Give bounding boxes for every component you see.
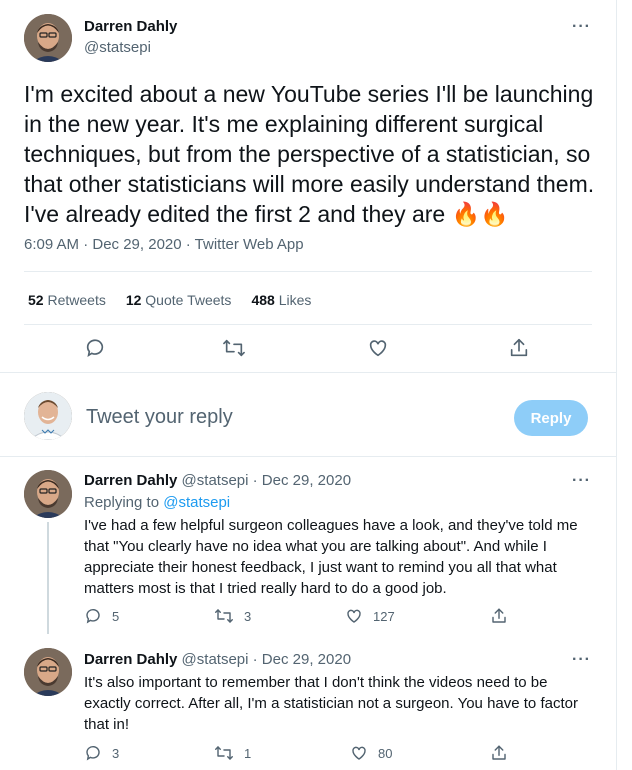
reply-header: Darren Dahly @statsepi · Dec 29, 2020 xyxy=(84,651,351,668)
reply-count: 3 xyxy=(112,745,120,761)
retweet-icon xyxy=(214,744,234,762)
current-user-avatar[interactable] xyxy=(24,392,72,440)
retweet-count: 1 xyxy=(244,745,252,761)
quote-tweets-stat[interactable]: 12 Quote Tweets xyxy=(126,292,232,308)
author-avatar[interactable] xyxy=(24,14,72,62)
thread-line xyxy=(47,522,49,634)
share-icon xyxy=(490,744,508,762)
reply-action[interactable]: 5 xyxy=(84,607,119,625)
like-action[interactable]: 80 xyxy=(350,744,392,762)
retweets-stat[interactable]: 52 Retweets xyxy=(28,292,106,308)
replying-to-link[interactable]: @statsepi xyxy=(163,494,230,511)
reply-author-handle[interactable]: @statsepi xyxy=(182,472,249,489)
reply-author-handle[interactable]: @statsepi xyxy=(182,651,249,668)
like-count: 80 xyxy=(378,745,393,761)
reply-header: Darren Dahly @statsepi · Dec 29, 2020 xyxy=(84,472,351,489)
retweet-action[interactable]: 3 xyxy=(214,607,251,625)
like-icon xyxy=(345,607,363,625)
reply-author-avatar[interactable] xyxy=(24,470,72,518)
reply-text: It's also important to remember that I d… xyxy=(84,674,578,733)
retweet-icon[interactable] xyxy=(222,337,246,359)
tweet-text: I'm excited about a new YouTube series I… xyxy=(24,81,595,227)
more-icon[interactable]: ··· xyxy=(572,652,591,668)
reply-button[interactable]: Reply xyxy=(514,400,588,436)
tweet-timestamp[interactable]: 6:09 AM · Dec 29, 2020 · Twitter Web App xyxy=(24,236,304,253)
reply-icon xyxy=(84,607,102,625)
share-action[interactable] xyxy=(490,607,508,625)
author-name[interactable]: Darren Dahly xyxy=(84,18,177,36)
avatar-image xyxy=(24,470,72,518)
like-icon[interactable] xyxy=(367,337,389,359)
reply-author-avatar[interactable] xyxy=(24,648,72,696)
avatar-image xyxy=(24,392,72,440)
avatar-image xyxy=(24,648,72,696)
more-icon[interactable]: ··· xyxy=(572,473,591,489)
retweet-icon xyxy=(214,607,234,625)
like-count: 127 xyxy=(373,608,395,624)
engagement-stats: 52 Retweets 12 Quote Tweets 488 Likes xyxy=(28,292,311,308)
share-icon xyxy=(490,607,508,625)
retweet-action[interactable]: 1 xyxy=(214,744,251,762)
reply-icon xyxy=(84,744,102,762)
reply-date[interactable]: · Dec 29, 2020 xyxy=(253,651,351,668)
divider xyxy=(0,456,616,457)
reply-icon[interactable] xyxy=(84,337,106,359)
more-icon[interactable]: ··· xyxy=(572,19,591,35)
retweet-count: 3 xyxy=(244,608,252,624)
like-action[interactable]: 127 xyxy=(345,607,395,625)
reply-author-name[interactable]: Darren Dahly xyxy=(84,472,177,489)
reply-text: I've had a few helpful surgeon colleague… xyxy=(84,517,578,597)
reply-input[interactable]: Tweet your reply xyxy=(86,406,233,429)
avatar-image xyxy=(24,14,72,62)
share-action[interactable] xyxy=(490,744,508,762)
reply-count: 5 xyxy=(112,608,120,624)
reply-date[interactable]: · Dec 29, 2020 xyxy=(253,472,351,489)
divider xyxy=(24,324,592,325)
likes-stat[interactable]: 488 Likes xyxy=(251,292,311,308)
like-icon xyxy=(350,744,368,762)
share-icon[interactable] xyxy=(508,337,530,359)
divider xyxy=(0,372,616,373)
author-handle[interactable]: @statsepi xyxy=(84,39,151,57)
reply-author-name[interactable]: Darren Dahly xyxy=(84,651,177,668)
divider xyxy=(24,271,592,272)
reply-action[interactable]: 3 xyxy=(84,744,119,762)
replying-to: Replying to @statsepi xyxy=(84,494,231,511)
